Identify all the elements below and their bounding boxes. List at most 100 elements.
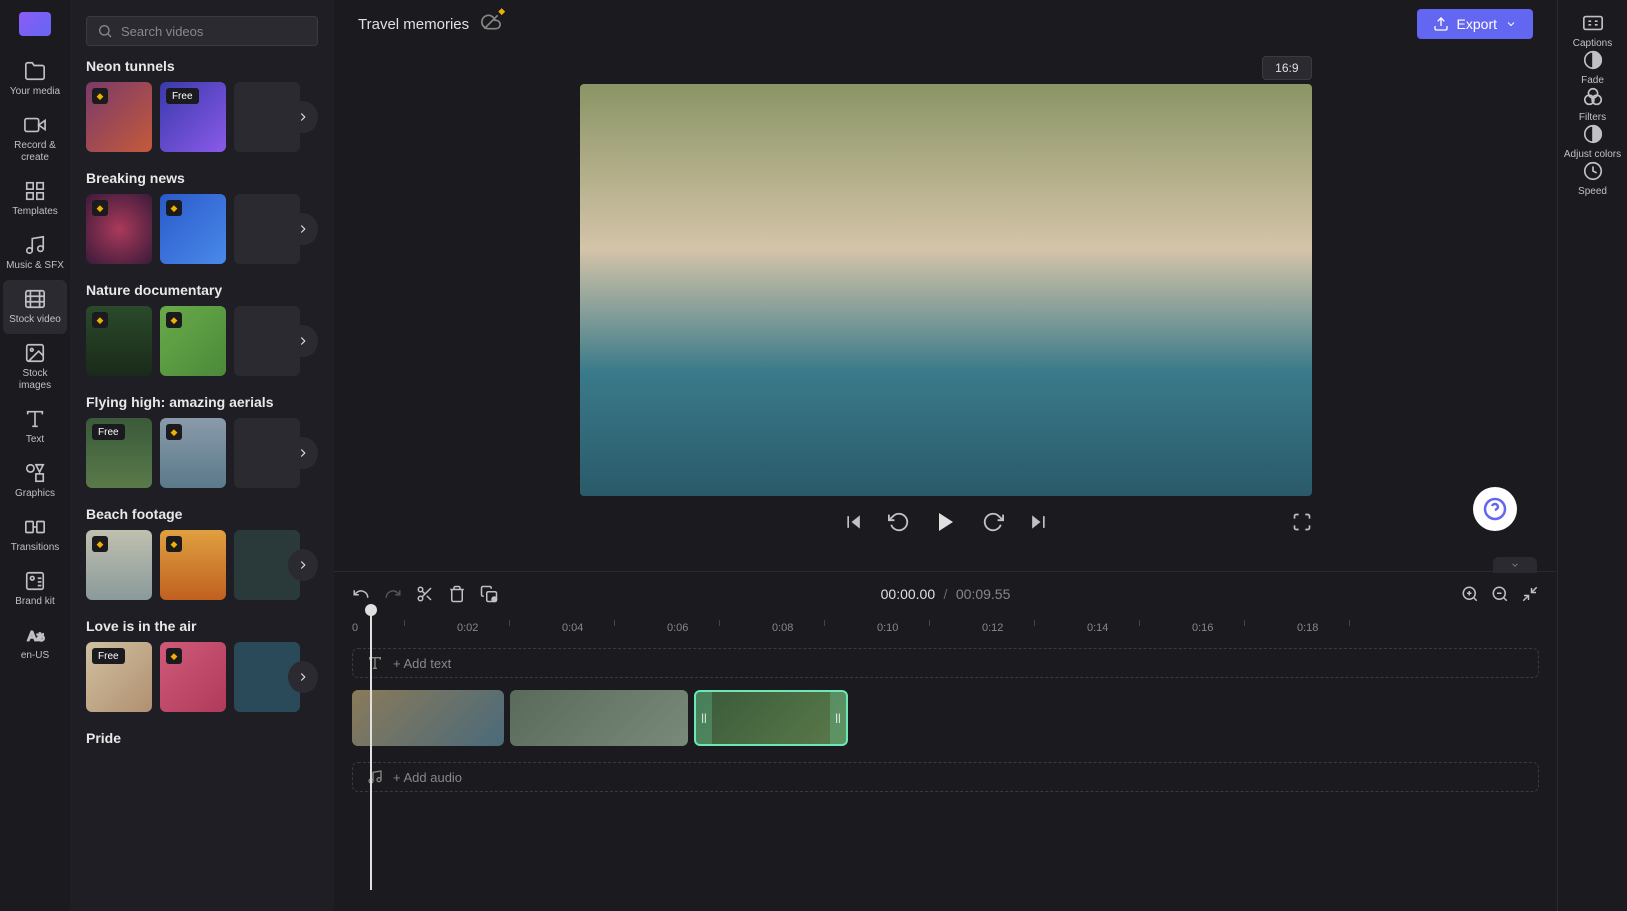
timeline-clip[interactable] [510,690,688,746]
stock-video-panel: Neon tunnels◆FreeBreaking news◆◆Nature d… [70,0,334,911]
timeline-time-display: 00:00.00 / 00:09.55 [881,586,1011,603]
nav-template[interactable]: Templates [3,172,67,226]
tool-filters[interactable]: Filters [1564,86,1621,123]
ruler-tick: 0:14 [1087,622,1108,634]
folder-icon [24,60,46,82]
add-text-label: + Add text [393,656,451,671]
premium-badge-icon: ◆ [166,424,182,440]
category-section: Beach footage◆◆ [70,506,334,600]
more-button[interactable] [288,213,318,245]
timeline-ruler[interactable]: 00:020:040:060:080:100:120:140:160:18 [352,616,1557,640]
text-icon [24,408,46,430]
category-section: Breaking news◆◆ [70,170,334,264]
nav-music[interactable]: Music & SFX [3,226,67,280]
rewind-button[interactable] [888,511,910,533]
nav-lang[interactable]: Aあen-US [3,616,67,670]
nav-shapes[interactable]: Graphics [3,454,67,508]
more-button[interactable] [288,661,318,693]
more-button[interactable] [288,325,318,357]
premium-badge-icon: ◆ [166,200,182,216]
speed-icon [1582,160,1604,182]
premium-badge-icon: ◆ [92,312,108,328]
skip-back-button[interactable] [844,512,864,532]
more-button[interactable] [288,549,318,581]
fit-timeline-button[interactable] [1521,585,1539,603]
redo-button[interactable] [384,585,402,603]
duplicate-button[interactable] [480,585,498,603]
video-thumbnail[interactable]: Free [86,418,152,488]
nav-transition[interactable]: Transitions [3,508,67,562]
premium-badge-icon: ◆ [92,536,108,552]
export-button[interactable]: Export [1417,9,1533,39]
ruler-tick: 0:12 [982,622,1003,634]
undo-button[interactable] [352,585,370,603]
chevron-right-icon [296,558,310,572]
skip-forward-button[interactable] [1028,512,1048,532]
nav-text[interactable]: Text [3,400,67,454]
more-button[interactable] [288,437,318,469]
category-title: Pride [86,730,318,746]
video-thumbnail[interactable]: ◆ [86,306,152,376]
category-title: Neon tunnels [86,58,318,74]
project-title[interactable]: Travel memories [358,16,469,33]
tool-cc[interactable]: Captions [1564,12,1621,49]
tool-adjust[interactable]: Adjust colors [1564,123,1621,160]
video-thumbnail[interactable]: Free [160,82,226,152]
app-logo[interactable] [19,12,51,36]
audio-track[interactable]: + Add audio [352,762,1539,792]
tool-fade[interactable]: Fade [1564,49,1621,86]
clip-trim-left-handle[interactable]: || [696,692,712,744]
search-icon [97,23,113,39]
video-thumbnail[interactable]: ◆ [86,82,152,152]
video-thumbnail[interactable]: ◆ [86,530,152,600]
aspect-ratio-selector[interactable]: 16:9 [1262,56,1311,80]
category-title: Flying high: amazing aerials [86,394,318,410]
transition-icon [24,516,46,538]
video-thumbnail[interactable]: Free [86,642,152,712]
clip-trim-right-handle[interactable]: || [830,692,846,744]
forward-button[interactable] [982,511,1004,533]
zoom-in-button[interactable] [1461,585,1479,603]
play-button[interactable] [934,510,958,534]
fullscreen-button[interactable] [1292,512,1312,532]
category-section: Nature documentary◆◆ [70,282,334,376]
nav-folder[interactable]: Your media [3,52,67,106]
more-button[interactable] [288,101,318,133]
nav-brand[interactable]: Brand kit [3,562,67,616]
timeline-clip[interactable] [352,690,504,746]
video-thumbnail[interactable]: ◆ [160,194,226,264]
nav-film[interactable]: Stock video [3,280,67,334]
video-thumbnail[interactable]: ◆ [160,306,226,376]
video-preview[interactable] [580,84,1312,496]
search-input-wrapper[interactable] [86,16,318,46]
video-thumbnail[interactable]: ◆ [160,642,226,712]
video-track[interactable]: ||||4K Aerial Flying Around Rocky Desert… [352,690,1539,750]
premium-badge-icon: ◆ [92,200,108,216]
zoom-out-button[interactable] [1491,585,1509,603]
video-thumbnail[interactable]: ◆ [160,530,226,600]
chevron-down-icon [1505,18,1517,30]
playhead[interactable] [370,610,372,890]
video-thumbnail[interactable]: ◆ [86,194,152,264]
ruler-tick: 0:10 [877,622,898,634]
export-label: Export [1457,16,1497,32]
nav-camera[interactable]: Record & create [3,106,67,172]
free-badge: Free [92,648,125,664]
text-track[interactable]: + Add text [352,648,1539,678]
cc-icon [1582,12,1604,34]
lang-icon: Aあ [24,624,46,646]
question-icon [1483,497,1507,521]
help-button[interactable] [1473,487,1517,531]
video-thumbnail[interactable]: ◆ [160,418,226,488]
split-button[interactable] [416,585,434,603]
chevron-right-icon [296,446,310,460]
cloud-sync-icon[interactable]: ◆ [481,12,501,37]
player-controls [580,510,1312,534]
nav-image[interactable]: Stock images [3,334,67,400]
category-title: Love is in the air [86,618,318,634]
tool-speed[interactable]: Speed [1564,160,1621,197]
timeline-clip[interactable]: ||||4K Aerial Flying Around Rocky Desert… [694,690,848,746]
search-input[interactable] [121,24,307,39]
delete-button[interactable] [448,585,466,603]
category-section: Pride [70,730,334,754]
